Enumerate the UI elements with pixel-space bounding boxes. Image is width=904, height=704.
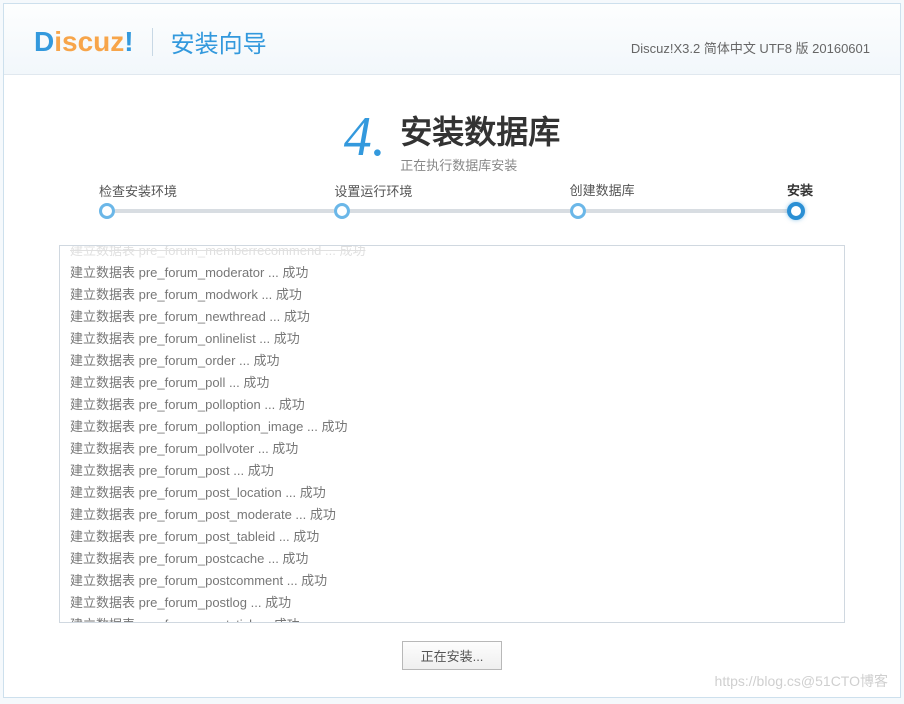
log-line: 建立数据表 pre_forum_pollvoter ... 成功: [70, 438, 834, 460]
progress-dot-2: [334, 203, 350, 219]
step-titles: 安装数据库 正在执行数据库安装: [400, 107, 560, 174]
progress-dot-1: [99, 203, 115, 219]
wizard-title: 安装向导: [171, 24, 267, 59]
progress-segment-1: 检查安装环境: [99, 203, 334, 219]
step-title-row: 4. 安装数据库 正在执行数据库安装: [4, 75, 900, 184]
logo: Discuz!: [34, 26, 134, 58]
header: Discuz! 安装向导 Discuz!X3.2 简体中文 UTF8 版 201…: [4, 4, 900, 75]
log-line: 建立数据表 pre_forum_polloption ... 成功: [70, 394, 834, 416]
log-line: 建立数据表 pre_forum_post_tableid ... 成功: [70, 526, 834, 548]
header-left: Discuz! 安装向导: [34, 24, 267, 59]
log-line: 建立数据表 pre_forum_polloption_image ... 成功: [70, 416, 834, 438]
progress-dot-4: [787, 202, 805, 220]
logo-rest: iscuz: [54, 26, 124, 57]
log-line: 建立数据表 pre_forum_onlinelist ... 成功: [70, 328, 834, 350]
installer-window: Discuz! 安装向导 Discuz!X3.2 简体中文 UTF8 版 201…: [3, 3, 901, 698]
progress-label-2: 设置运行环境: [334, 181, 412, 200]
log-line: 建立数据表 pre_forum_memberrecommend ... 成功: [70, 245, 834, 262]
log-line: 建立数据表 pre_forum_post_location ... 成功: [70, 482, 834, 504]
step-number: 4.: [344, 105, 386, 169]
progress-line-2: [350, 209, 569, 213]
progress-line-1: [115, 209, 334, 213]
progress-segment-2: 设置运行环境: [334, 203, 569, 219]
log-line: 建立数据表 pre_forum_moderator ... 成功: [70, 262, 834, 284]
log-line: 建立数据表 pre_forum_newthread ... 成功: [70, 306, 834, 328]
install-log[interactable]: 建立数据表 pre_forum_memberrecommend ... 成功 建…: [59, 245, 845, 623]
progress-label-4: 安装: [787, 180, 813, 199]
progress-dot-3: [570, 203, 586, 219]
version-text: Discuz!X3.2 简体中文 UTF8 版 20160601: [631, 38, 870, 57]
progress-line-3: [586, 209, 787, 213]
progress-segment-3: 创建数据库 安装: [570, 202, 805, 220]
watermark: https://blog.cs@51CTO博客: [715, 671, 888, 691]
log-line: 建立数据表 pre_forum_postlog ... 成功: [70, 592, 834, 614]
log-line: 建立数据表 pre_forum_poststick ... 成功: [70, 614, 834, 623]
log-line: 建立数据表 pre_forum_poll ... 成功: [70, 372, 834, 394]
progress-bar: 检查安装环境 设置运行环境 创建数据库 安装: [4, 184, 900, 245]
log-line: 建立数据表 pre_forum_postcomment ... 成功: [70, 570, 834, 592]
progress-label-1: 检查安装环境: [99, 181, 177, 200]
progress-label-3: 创建数据库: [570, 180, 635, 199]
header-divider: [152, 28, 153, 56]
step-main-title: 安装数据库: [400, 107, 560, 153]
logo-exclaim: !: [124, 26, 133, 57]
log-line: 建立数据表 pre_forum_order ... 成功: [70, 350, 834, 372]
log-line: 建立数据表 pre_forum_post ... 成功: [70, 460, 834, 482]
log-line: 建立数据表 pre_forum_postcache ... 成功: [70, 548, 834, 570]
log-line: 建立数据表 pre_forum_modwork ... 成功: [70, 284, 834, 306]
logo-letter-d: D: [34, 26, 54, 57]
log-line: 建立数据表 pre_forum_post_moderate ... 成功: [70, 504, 834, 526]
step-sub-title: 正在执行数据库安装: [400, 155, 560, 174]
installing-button[interactable]: 正在安装...: [402, 641, 503, 670]
